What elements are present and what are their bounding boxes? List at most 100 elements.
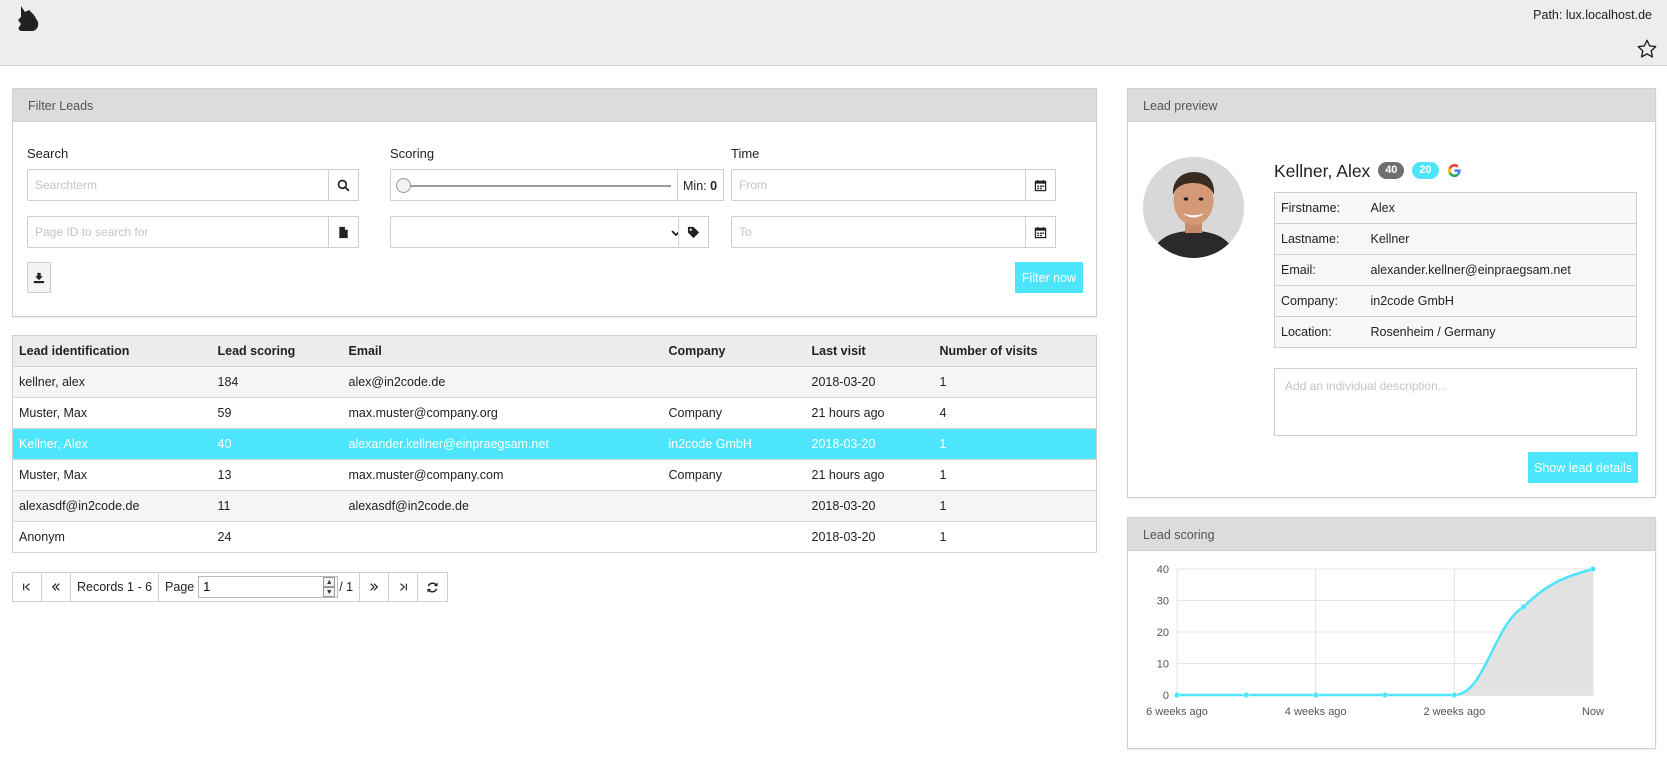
filter-now-button[interactable]: Filter now <box>1015 262 1083 293</box>
table-row[interactable]: Anonym 24 2018-03-20 1 <box>12 521 1097 553</box>
refresh-button[interactable] <box>418 573 447 601</box>
cell-visits: 4 <box>933 397 1097 429</box>
col-lead-identification[interactable]: Lead identification <box>12 335 212 367</box>
col-last-visit[interactable]: Last visit <box>805 335 934 367</box>
lead-preview-panel: Lead preview Kellner, Alex 40 20 Firstna… <box>1127 88 1656 498</box>
time-to-input[interactable] <box>731 216 1026 248</box>
info-key: Company: <box>1274 285 1365 317</box>
info-value: Rosenheim / Germany <box>1364 316 1637 348</box>
lux-logo-icon[interactable] <box>16 5 40 33</box>
cell-scoring: 24 <box>211 521 343 553</box>
x-tick-label: 6 weeks ago <box>1146 706 1208 718</box>
info-value: in2code GmbH <box>1364 285 1637 317</box>
y-tick-label: 20 <box>1157 627 1169 639</box>
category-tag-button[interactable] <box>678 216 709 248</box>
data-point <box>1381 691 1389 699</box>
table-row[interactable]: kellner, alex 184 alex@in2code.de 2018-0… <box>12 366 1097 398</box>
col-lead-scoring[interactable]: Lead scoring <box>211 335 343 367</box>
time-from-input[interactable] <box>731 169 1026 201</box>
description-textarea[interactable] <box>1274 368 1637 436</box>
min-value: 0 <box>710 179 718 193</box>
last-page-icon <box>400 583 408 591</box>
spinner-up-icon[interactable]: ▲ <box>323 577 336 587</box>
scoring-slider[interactable] <box>390 169 678 201</box>
lead-name-heading: Kellner, Alex 40 20 <box>1274 161 1462 182</box>
data-point <box>1312 691 1319 699</box>
col-email[interactable]: Email <box>342 335 663 367</box>
lead-preview-title: Lead preview <box>1128 89 1655 122</box>
x-tick-label: 4 weeks ago <box>1285 706 1347 718</box>
slider-thumb[interactable] <box>396 178 411 193</box>
cell-company <box>662 366 806 398</box>
cell-last-visit: 2018-03-20 <box>805 521 934 553</box>
search-label: Search <box>27 146 69 161</box>
category-badge: 20 <box>1412 161 1439 179</box>
search-input[interactable] <box>27 169 329 201</box>
previous-page-button[interactable] <box>42 573 71 601</box>
info-key: Firstname: <box>1274 192 1365 224</box>
info-value: Kellner <box>1364 223 1637 255</box>
page-number-input[interactable] <box>198 576 339 598</box>
score-badge: 40 <box>1378 161 1405 179</box>
cell-scoring: 13 <box>211 459 343 491</box>
calendar-to-button[interactable] <box>1025 216 1056 248</box>
info-key: Location: <box>1274 316 1365 348</box>
next-page-button[interactable] <box>360 573 390 601</box>
min-score-display: Min: 0 <box>677 169 724 201</box>
cell-visits: 1 <box>933 366 1097 398</box>
page-id-input[interactable] <box>27 216 329 248</box>
cell-scoring: 40 <box>211 428 343 460</box>
double-chevron-right-icon <box>370 583 379 591</box>
x-tick-label: 2 weeks ago <box>1423 706 1485 718</box>
double-chevron-left-icon <box>51 583 60 591</box>
col-company[interactable]: Company <box>662 335 806 367</box>
col-number-of-visits[interactable]: Number of visits <box>933 335 1097 367</box>
y-tick-label: 0 <box>1163 690 1169 702</box>
info-row-location: Location: Rosenheim / Germany <box>1274 316 1637 348</box>
info-row-firstname: Firstname: Alex <box>1274 192 1637 224</box>
cell-email: max.muster@company.org <box>342 397 663 429</box>
cell-lead-id: Muster, Max <box>12 397 212 429</box>
filter-leads-title: Filter Leads <box>13 89 1096 122</box>
cell-visits: 1 <box>933 459 1097 491</box>
cell-company: Company <box>662 459 806 491</box>
cell-lead-id: Anonym <box>12 521 212 553</box>
lead-scoring-panel: Lead scoring 0 10 20 30 40 6 weeks ago 4 weeks… <box>1127 517 1656 749</box>
cell-last-visit: 2018-03-20 <box>805 366 934 398</box>
table-row[interactable]: alexasdf@in2code.de 11 alexasdf@in2code.… <box>12 490 1097 522</box>
category-select[interactable] <box>390 216 691 248</box>
time-label: Time <box>731 146 760 161</box>
x-tick-label: Now <box>1582 706 1604 718</box>
min-label: Min: <box>683 179 707 193</box>
filter-leads-panel: Filter Leads Search Scoring Min: 0 Time … <box>12 88 1097 317</box>
table-row[interactable]: Muster, Max 59 max.muster@company.org Co… <box>12 397 1097 429</box>
info-row-company: Company: in2code GmbH <box>1274 285 1637 317</box>
avatar <box>1143 157 1244 258</box>
table-row[interactable]: Muster, Max 13 max.muster@company.com Co… <box>12 459 1097 491</box>
table-header-row: Lead identification Lead scoring Email C… <box>12 335 1097 367</box>
cell-company <box>662 521 806 553</box>
last-page-button[interactable] <box>389 573 419 601</box>
calendar-from-button[interactable] <box>1025 169 1056 201</box>
lead-name: Kellner, Alex <box>1274 161 1371 181</box>
download-icon <box>33 272 45 283</box>
page-id-button[interactable] <box>328 216 359 248</box>
scoring-label: Scoring <box>390 146 435 161</box>
cell-email: alex@in2code.de <box>342 366 663 398</box>
cell-email: alexasdf@in2code.de <box>342 490 663 522</box>
search-button[interactable] <box>328 169 359 201</box>
page-total: / 1 <box>339 580 354 594</box>
cell-last-visit: 21 hours ago <box>805 397 934 429</box>
spinner-down-icon[interactable]: ▼ <box>323 587 336 597</box>
cell-visits: 1 <box>933 521 1097 553</box>
y-tick-label: 40 <box>1157 564 1169 576</box>
first-page-button[interactable] <box>13 573 42 601</box>
file-icon <box>339 226 348 238</box>
star-icon[interactable] <box>1636 38 1658 60</box>
table-row-selected[interactable]: Kellner, Alex 40 alexander.kellner@einpr… <box>12 428 1097 460</box>
info-value: Alex <box>1364 192 1637 224</box>
download-button[interactable] <box>27 262 51 293</box>
page-spinner[interactable]: ▲ ▼ <box>323 577 336 597</box>
show-lead-details-button[interactable]: Show lead details <box>1528 452 1638 483</box>
data-point <box>1589 565 1597 573</box>
